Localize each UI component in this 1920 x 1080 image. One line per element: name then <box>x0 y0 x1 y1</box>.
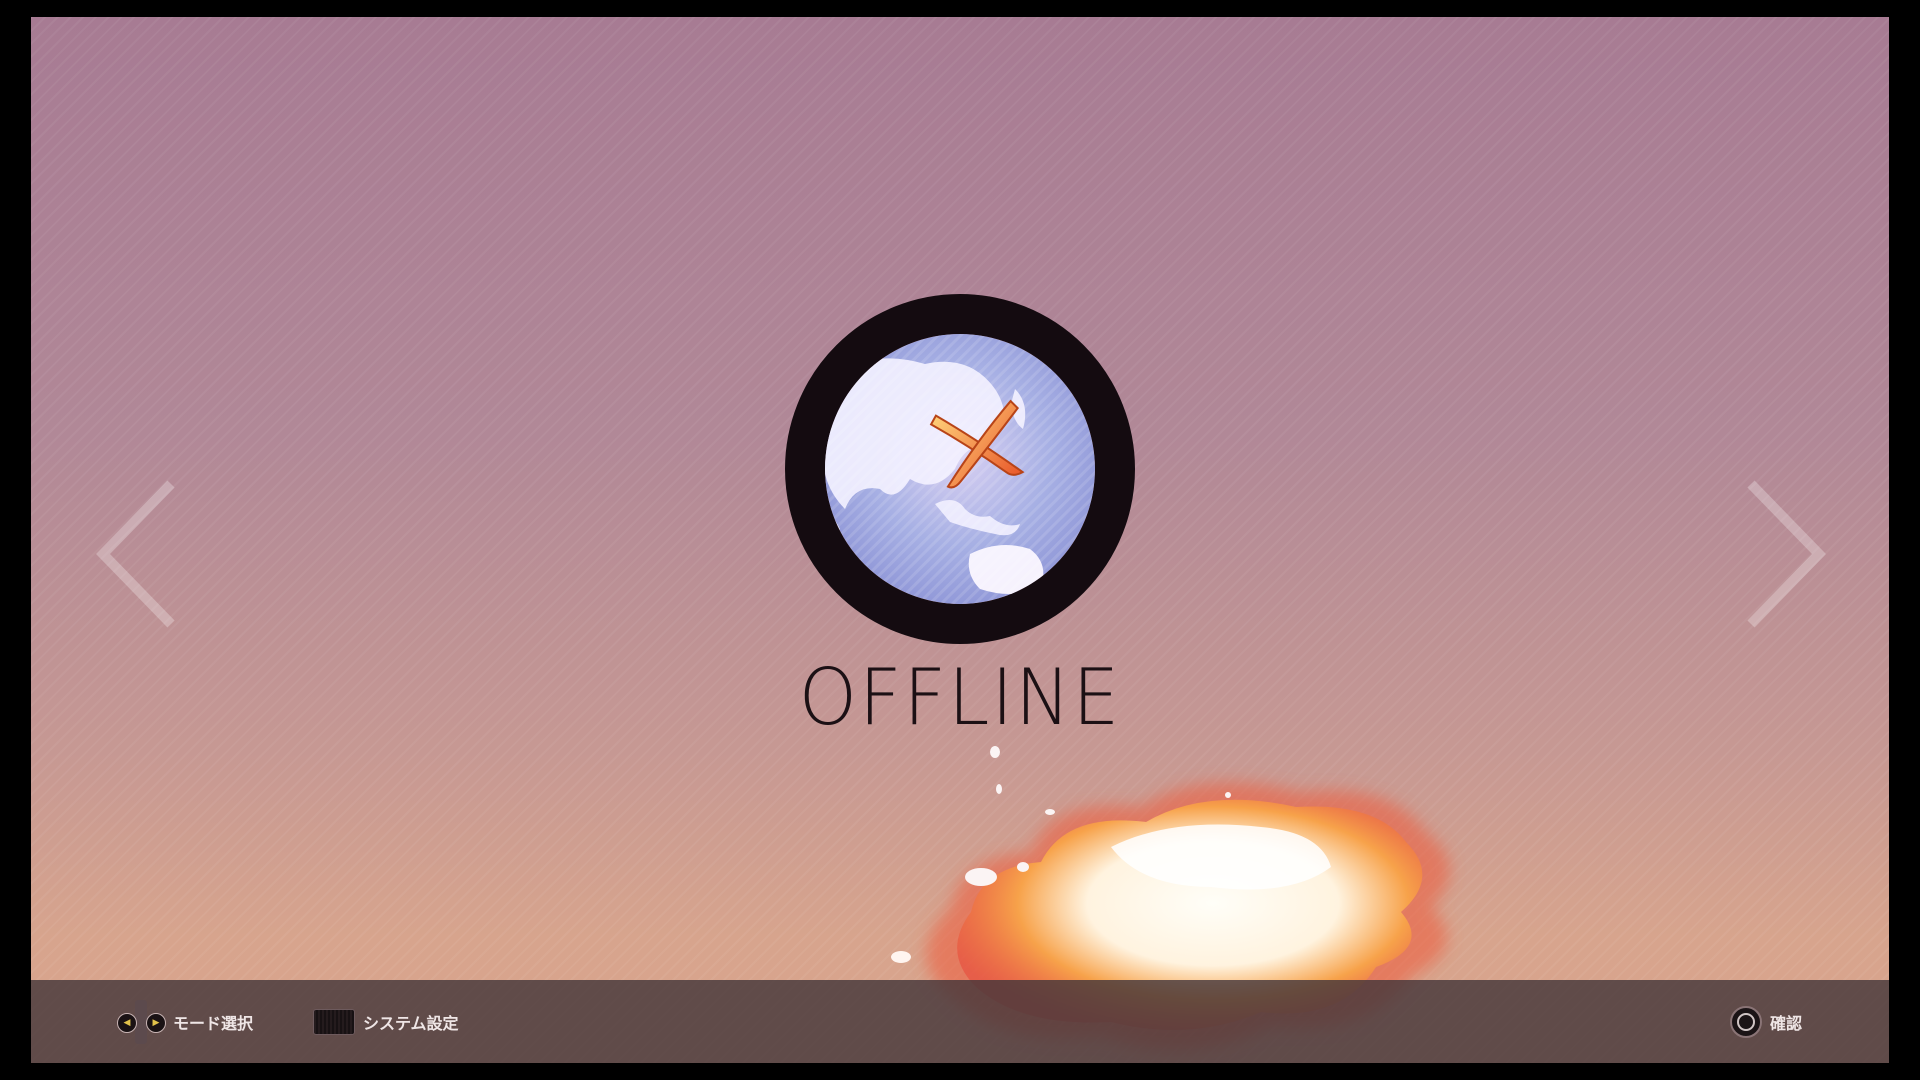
chevron-right-icon <box>1747 480 1826 628</box>
mode-title: OFFLINE <box>798 652 1122 744</box>
offline-mode-emblem[interactable] <box>785 294 1135 644</box>
mode-select-hint[interactable]: ◀ ▶ モード選択 <box>117 980 253 1063</box>
prev-mode-arrow[interactable] <box>91 479 201 629</box>
confirm-hint[interactable]: 確認 <box>1730 980 1802 1063</box>
confirm-label: 確認 <box>1770 1013 1803 1033</box>
next-mode-arrow[interactable] <box>1721 479 1831 629</box>
spark-particles <box>965 746 1231 886</box>
system-settings-hint[interactable]: システム設定 <box>313 980 459 1063</box>
dpad-left-right-icon: ◀ ▶ <box>117 999 166 1044</box>
system-settings-label: システム設定 <box>363 1013 459 1033</box>
mode-select-label: モード選択 <box>173 1013 254 1033</box>
chevron-left-icon <box>96 480 175 628</box>
circle-button-icon <box>1730 1005 1762 1038</box>
button-guide-bar: ◀ ▶ モード選択 システム設定 確認 <box>31 980 1889 1063</box>
globe-with-x-icon <box>785 294 1135 644</box>
game-screen: OFFLINE ◀ ▶ モード選択 システム設定 確認 <box>31 17 1889 1063</box>
touchpad-button-icon <box>313 1008 355 1035</box>
